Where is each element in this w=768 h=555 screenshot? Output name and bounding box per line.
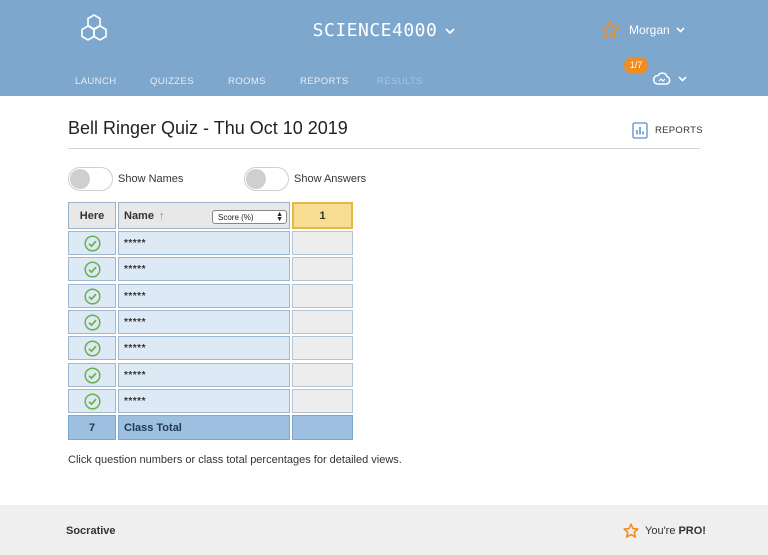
chevron-down-icon — [445, 27, 455, 34]
student-name-cell: ***** — [118, 363, 290, 387]
student-name-cell: ***** — [118, 284, 290, 308]
user-menu[interactable]: Morgan — [600, 20, 685, 40]
check-circle-icon — [83, 339, 101, 357]
total-student-count: 7 — [68, 415, 116, 440]
page-title: Bell Ringer Quiz - Thu Oct 10 2019 — [68, 118, 348, 138]
star-icon — [600, 20, 620, 39]
hexagon-molecule-icon[interactable] — [78, 13, 110, 49]
sort-arrow-icon[interactable]: ↑ — [159, 210, 165, 222]
select-arrows-icon: ▲ ▼ — [276, 211, 283, 223]
student-name-cell: ***** — [118, 336, 290, 360]
main-nav: LAUNCH QUIZZES ROOMS REPORTS RESULTS — [75, 76, 423, 87]
nav-tab-rooms[interactable]: ROOMS — [228, 76, 300, 87]
here-column-header: Here — [68, 202, 116, 229]
nav-tab-results[interactable]: RESULTS — [377, 76, 423, 87]
bar-chart-icon — [632, 122, 648, 139]
present-indicator — [68, 363, 116, 387]
student-name-cell: ***** — [118, 257, 290, 281]
show-names-toggle[interactable]: Show Names — [68, 167, 183, 191]
star-icon — [623, 523, 639, 538]
show-names-label: Show Names — [118, 173, 184, 185]
cloud-menu[interactable] — [652, 72, 687, 85]
student-name-cell: ***** — [118, 231, 290, 255]
present-indicator — [68, 310, 116, 334]
check-circle-icon — [83, 234, 101, 252]
reports-button[interactable]: REPORTS — [632, 122, 703, 139]
toggle-track[interactable] — [244, 167, 289, 191]
present-indicator — [68, 336, 116, 360]
top-bar: SCIENCE4000 Morgan LAUNCH QUIZZES ROOMS … — [0, 0, 768, 96]
pro-status: You're PRO! — [623, 523, 706, 539]
name-column-header[interactable]: Name ↑ Score (%) ▲ ▼ — [118, 202, 290, 229]
student-answer-cell[interactable] — [292, 284, 353, 308]
student-answer-cell[interactable] — [292, 363, 353, 387]
present-indicator — [68, 231, 116, 255]
class-total-score[interactable] — [292, 415, 353, 440]
footer-brand: Socrative — [66, 525, 116, 537]
toggle-knob — [246, 169, 266, 189]
user-name: Morgan — [629, 23, 670, 37]
class-total-label: Class Total — [118, 415, 290, 440]
help-text: Click question numbers or class total pe… — [68, 454, 402, 466]
present-indicator — [68, 389, 116, 413]
check-circle-icon — [83, 287, 101, 305]
student-name-cell: ***** — [118, 389, 290, 413]
student-answer-cell[interactable] — [292, 389, 353, 413]
check-circle-icon — [83, 392, 101, 410]
student-answer-cell[interactable] — [292, 310, 353, 334]
chevron-down-icon — [676, 27, 685, 33]
chevron-down-icon — [678, 75, 687, 82]
student-answer-cell[interactable] — [292, 231, 353, 255]
present-indicator — [68, 257, 116, 281]
score-select-value: Score (%) — [218, 212, 254, 222]
present-indicator — [68, 284, 116, 308]
toggle-track[interactable] — [68, 167, 113, 191]
room-name: SCIENCE4000 — [312, 20, 438, 41]
cloud-icon — [652, 72, 671, 85]
student-answer-cell[interactable] — [292, 336, 353, 360]
nav-tab-reports[interactable]: REPORTS — [300, 76, 377, 87]
check-circle-icon — [83, 260, 101, 278]
nav-tab-launch[interactable]: LAUNCH — [75, 76, 150, 87]
toggle-knob — [70, 169, 90, 189]
student-answer-cell[interactable] — [292, 257, 353, 281]
pro-prefix: You're — [645, 525, 676, 537]
student-name-cell: ***** — [118, 310, 290, 334]
room-selector[interactable]: SCIENCE4000 — [313, 20, 456, 41]
footer: Socrative You're PRO! — [0, 505, 768, 555]
reports-label: REPORTS — [655, 125, 703, 136]
check-circle-icon — [83, 366, 101, 384]
divider — [68, 148, 700, 149]
check-circle-icon — [83, 313, 101, 331]
name-header-label: Name — [124, 209, 154, 222]
notification-badge[interactable]: 1/7 — [624, 57, 648, 74]
nav-tab-quizzes[interactable]: QUIZZES — [150, 76, 228, 87]
show-answers-label: Show Answers — [294, 173, 367, 185]
question-1-header[interactable]: 1 — [292, 202, 353, 229]
pro-label: PRO! — [678, 525, 706, 537]
score-sort-select[interactable]: Score (%) ▲ ▼ — [212, 210, 287, 224]
show-answers-toggle[interactable]: Show Answers — [244, 167, 366, 191]
